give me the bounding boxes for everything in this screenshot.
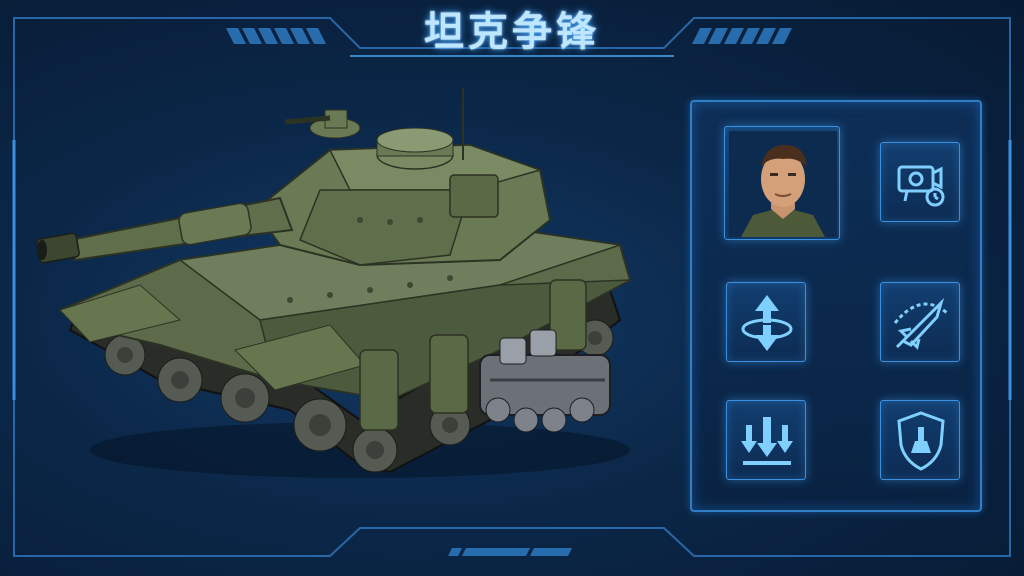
game-title: 坦克争锋	[424, 9, 600, 55]
commander-portrait-icon	[729, 131, 837, 237]
downward-strike-icon	[741, 417, 793, 465]
drop-slot[interactable]	[726, 400, 806, 480]
commander-slot[interactable]	[724, 126, 840, 240]
shield-defense-icon	[897, 411, 945, 471]
shield-slot[interactable]	[880, 400, 960, 480]
elevate-slot[interactable]	[726, 282, 806, 362]
targeting-slot[interactable]	[880, 142, 960, 222]
tank-model	[30, 80, 640, 490]
missile-slot[interactable]	[880, 282, 960, 362]
missile-rocket-icon	[893, 297, 948, 350]
targeting-camera-icon	[897, 165, 945, 207]
upgrade-panel	[690, 100, 982, 512]
elevation-arrows-icon	[741, 295, 793, 351]
